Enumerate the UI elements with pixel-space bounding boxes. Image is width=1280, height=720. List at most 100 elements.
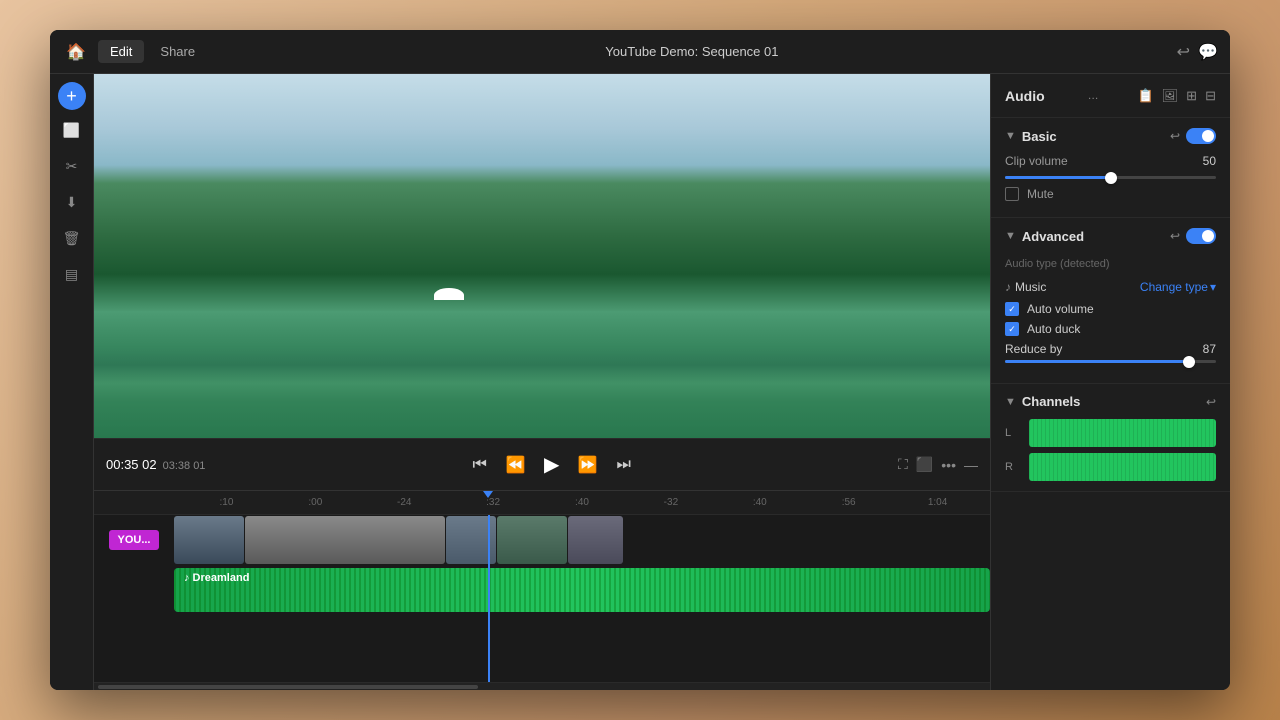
clip-volume-label: Clip volume <box>1005 154 1184 168</box>
basic-section-title: Basic <box>1022 129 1164 144</box>
l-waveform-lines <box>1029 419 1216 447</box>
ruler-mark: :10 <box>182 497 271 508</box>
basic-toggle[interactable] <box>1186 128 1216 144</box>
video-clip[interactable] <box>497 516 567 564</box>
playhead-triangle <box>483 491 493 498</box>
music-label: Music <box>1015 280 1140 294</box>
panel-icon-clipboard[interactable]: 📋 <box>1137 88 1153 104</box>
basic-chevron[interactable]: ▼ <box>1005 130 1016 142</box>
channels-chevron[interactable]: ▼ <box>1005 396 1016 408</box>
top-tabs: Edit Share <box>98 40 207 63</box>
mute-label: Mute <box>1027 187 1054 201</box>
top-bar-actions: ↩ 💬 <box>1177 42 1218 62</box>
play-button[interactable]: ▶ <box>538 451 566 479</box>
home-icon[interactable]: 🏠 <box>62 38 90 66</box>
reduce-by-thumb[interactable] <box>1183 356 1195 368</box>
channels-reset-icon[interactable]: ↩ <box>1206 395 1216 409</box>
sidebar-icon-list[interactable]: ▤ <box>56 258 88 290</box>
sidebar-icon-delete[interactable]: 🗑 <box>56 222 88 254</box>
video-preview[interactable] <box>94 74 990 438</box>
clip-volume-thumb[interactable] <box>1105 172 1117 184</box>
l-channel-label: L <box>1005 427 1019 439</box>
undo-icon[interactable]: ↩ <box>1177 42 1190 62</box>
tab-edit[interactable]: Edit <box>98 40 144 63</box>
video-clip[interactable] <box>568 516 623 564</box>
ruler-mark: :32 <box>449 497 538 508</box>
audio-clip[interactable]: ♪ Dreamland // can't use script in SVG i… <box>174 568 990 612</box>
advanced-reset-icon[interactable]: ↩ <box>1170 229 1180 243</box>
center-area: 00:35 02 03:38 01 ⏮ ⏪ ▶ ⏩ ⏭ ⛶ ⬛ ••• <box>94 74 990 690</box>
panel-icon-grid[interactable]: ⊞ <box>1186 88 1197 104</box>
timeline-ruler: :10 :00 -24 :32 :40 -32 :40 :56 1:04 <box>94 491 990 515</box>
current-time: 00:35 02 <box>106 457 157 472</box>
advanced-section-title: Advanced <box>1022 229 1164 244</box>
advanced-toggle[interactable] <box>1186 228 1216 244</box>
ruler-mark: :56 <box>804 497 893 508</box>
step-fwd-button[interactable]: ⏩ <box>574 451 602 479</box>
auto-duck-checkbox[interactable] <box>1005 322 1019 336</box>
video-clip[interactable] <box>174 516 244 564</box>
basic-section-header: ▼ Basic ↩ <box>1005 128 1216 144</box>
advanced-section: ▼ Advanced ↩ Audio type (detected) ♪ Mus… <box>991 218 1230 384</box>
auto-duck-label: Auto duck <box>1027 322 1080 336</box>
r-channel-waveform <box>1029 453 1216 481</box>
clip-label: YOU... <box>109 530 158 550</box>
skip-fwd-button[interactable]: ⏭ <box>610 451 638 479</box>
skip-back-button[interactable]: ⏮ <box>466 451 494 479</box>
sidebar-icon-cut[interactable]: ✂ <box>56 150 88 182</box>
more-icon[interactable]: ••• <box>941 457 956 473</box>
audio-track-row: ♪ Dreamland // can't use script in SVG i… <box>94 565 990 615</box>
scrollbar-thumb[interactable] <box>98 685 478 689</box>
auto-duck-row: Auto duck <box>1005 322 1216 336</box>
transport-controls: ⏮ ⏪ ▶ ⏩ ⏭ <box>466 451 638 479</box>
minimize-icon[interactable]: — <box>964 457 978 473</box>
channels-section-header: ▼ Channels ↩ <box>1005 394 1216 409</box>
advanced-chevron[interactable]: ▼ <box>1005 230 1016 242</box>
export-icon[interactable]: ⬛ <box>916 456 933 473</box>
clip-volume-slider[interactable] <box>1005 176 1216 179</box>
advanced-section-header: ▼ Advanced ↩ <box>1005 228 1216 244</box>
r-channel-label: R <box>1005 461 1019 473</box>
reduce-by-fill <box>1005 360 1189 363</box>
chat-icon[interactable]: 💬 <box>1198 42 1218 62</box>
mute-row: Mute <box>1005 187 1216 201</box>
panel-icon-frame[interactable]: 🖼 <box>1162 88 1179 104</box>
left-sidebar: + ⬜ ✂ ⬇ 🗑 ▤ <box>50 74 94 690</box>
step-back-button[interactable]: ⏪ <box>502 451 530 479</box>
sidebar-icon-download[interactable]: ⬇ <box>56 186 88 218</box>
timeline-area: :10 :00 -24 :32 :40 -32 :40 :56 1:04 <box>94 490 990 690</box>
video-clip[interactable] <box>245 516 445 564</box>
transport-bar: 00:35 02 03:38 01 ⏮ ⏪ ▶ ⏩ ⏭ ⛶ ⬛ ••• <box>94 438 990 490</box>
l-channel-waveform <box>1029 419 1216 447</box>
video-track-content[interactable] <box>174 515 990 565</box>
transport-right: ⛶ ⬛ ••• — <box>898 456 978 473</box>
timeline-tracks: YOU... <box>94 515 990 682</box>
basic-reset-icon[interactable]: ↩ <box>1170 129 1180 143</box>
change-type-chevron-icon: ▾ <box>1210 280 1216 294</box>
video-clip[interactable] <box>446 516 496 564</box>
tab-share[interactable]: Share <box>148 40 207 63</box>
reduce-by-slider[interactable] <box>1005 360 1216 363</box>
water-overlay <box>94 311 990 438</box>
channels-section: ▼ Channels ↩ L R <box>991 384 1230 492</box>
mute-checkbox[interactable] <box>1005 187 1019 201</box>
r-waveform-lines <box>1029 453 1216 481</box>
top-bar: 🏠 Edit Share YouTube Demo: Sequence 01 ↩… <box>50 30 1230 74</box>
total-time: 03:38 01 <box>163 460 206 472</box>
panel-icons: 📋 🖼 ⊞ ⊟ <box>1137 88 1216 104</box>
reduce-by-value: 87 <box>1203 342 1216 356</box>
audio-track-content[interactable]: ♪ Dreamland // can't use script in SVG i… <box>174 565 990 615</box>
change-type-button[interactable]: Change type ▾ <box>1140 280 1216 294</box>
ruler-mark: -32 <box>626 497 715 508</box>
basic-section: ▼ Basic ↩ Clip volume 50 <box>991 118 1230 218</box>
preview-area: 00:35 02 03:38 01 ⏮ ⏪ ▶ ⏩ ⏭ ⛶ ⬛ ••• <box>94 74 990 490</box>
change-type-label: Change type <box>1140 280 1208 294</box>
ruler-marks: :10 :00 -24 :32 :40 -32 :40 :56 1:04 <box>182 497 982 508</box>
sidebar-icon-media[interactable]: ⬜ <box>56 114 88 146</box>
time-display: 00:35 02 03:38 01 <box>106 457 205 472</box>
auto-volume-checkbox[interactable] <box>1005 302 1019 316</box>
panel-icon-more[interactable]: ⊟ <box>1205 88 1216 104</box>
auto-volume-label: Auto volume <box>1027 302 1094 316</box>
add-button[interactable]: + <box>58 82 86 110</box>
camera-icon[interactable]: ⛶ <box>898 456 908 473</box>
